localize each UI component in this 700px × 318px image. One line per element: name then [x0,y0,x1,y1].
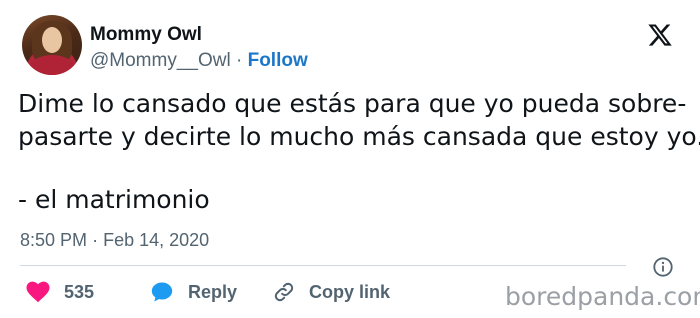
reply-button[interactable]: Reply [150,280,273,304]
tweet-date: Feb 14, 2020 [103,230,210,250]
handle-separator: · [235,50,243,71]
tweet-text: Dime lo cansado que estás para que yo pu… [18,87,700,216]
tweet-line: - el matrimonio [18,185,210,214]
meta-separator: · [92,230,99,250]
tweet-line: Dime lo cansado que estás para que yo pu… [18,89,687,118]
heart-icon [26,281,50,303]
reply-label: Reply [188,281,238,302]
author-handle-row: @Mommy__Owl · Follow [90,50,308,72]
info-icon[interactable] [652,256,674,278]
tweet-actions: 535 Reply Copy link [26,279,390,305]
copy-link-button[interactable]: Copy link [273,281,390,303]
follow-button[interactable]: Follow [248,50,308,71]
x-logo-icon[interactable] [646,22,674,48]
tweet-timestamp[interactable]: 8:50 PM · Feb 14, 2020 [20,230,209,251]
copy-link-label: Copy link [309,281,391,302]
avatar-face [42,27,62,53]
avatar[interactable] [22,15,82,75]
tweet-line: pasarte y decirte lo mucho más cansada q… [18,122,700,151]
author-name[interactable]: Mommy Owl [90,24,202,46]
watermark: boredpanda.com [505,282,700,311]
reply-bubble-icon [151,282,173,302]
like-button[interactable]: 535 [26,281,150,303]
divider [20,265,626,266]
tweet-time: 8:50 PM [20,230,88,250]
author-handle[interactable]: @Mommy__Owl [90,50,231,71]
like-count: 535 [64,281,95,302]
link-icon [274,282,294,302]
